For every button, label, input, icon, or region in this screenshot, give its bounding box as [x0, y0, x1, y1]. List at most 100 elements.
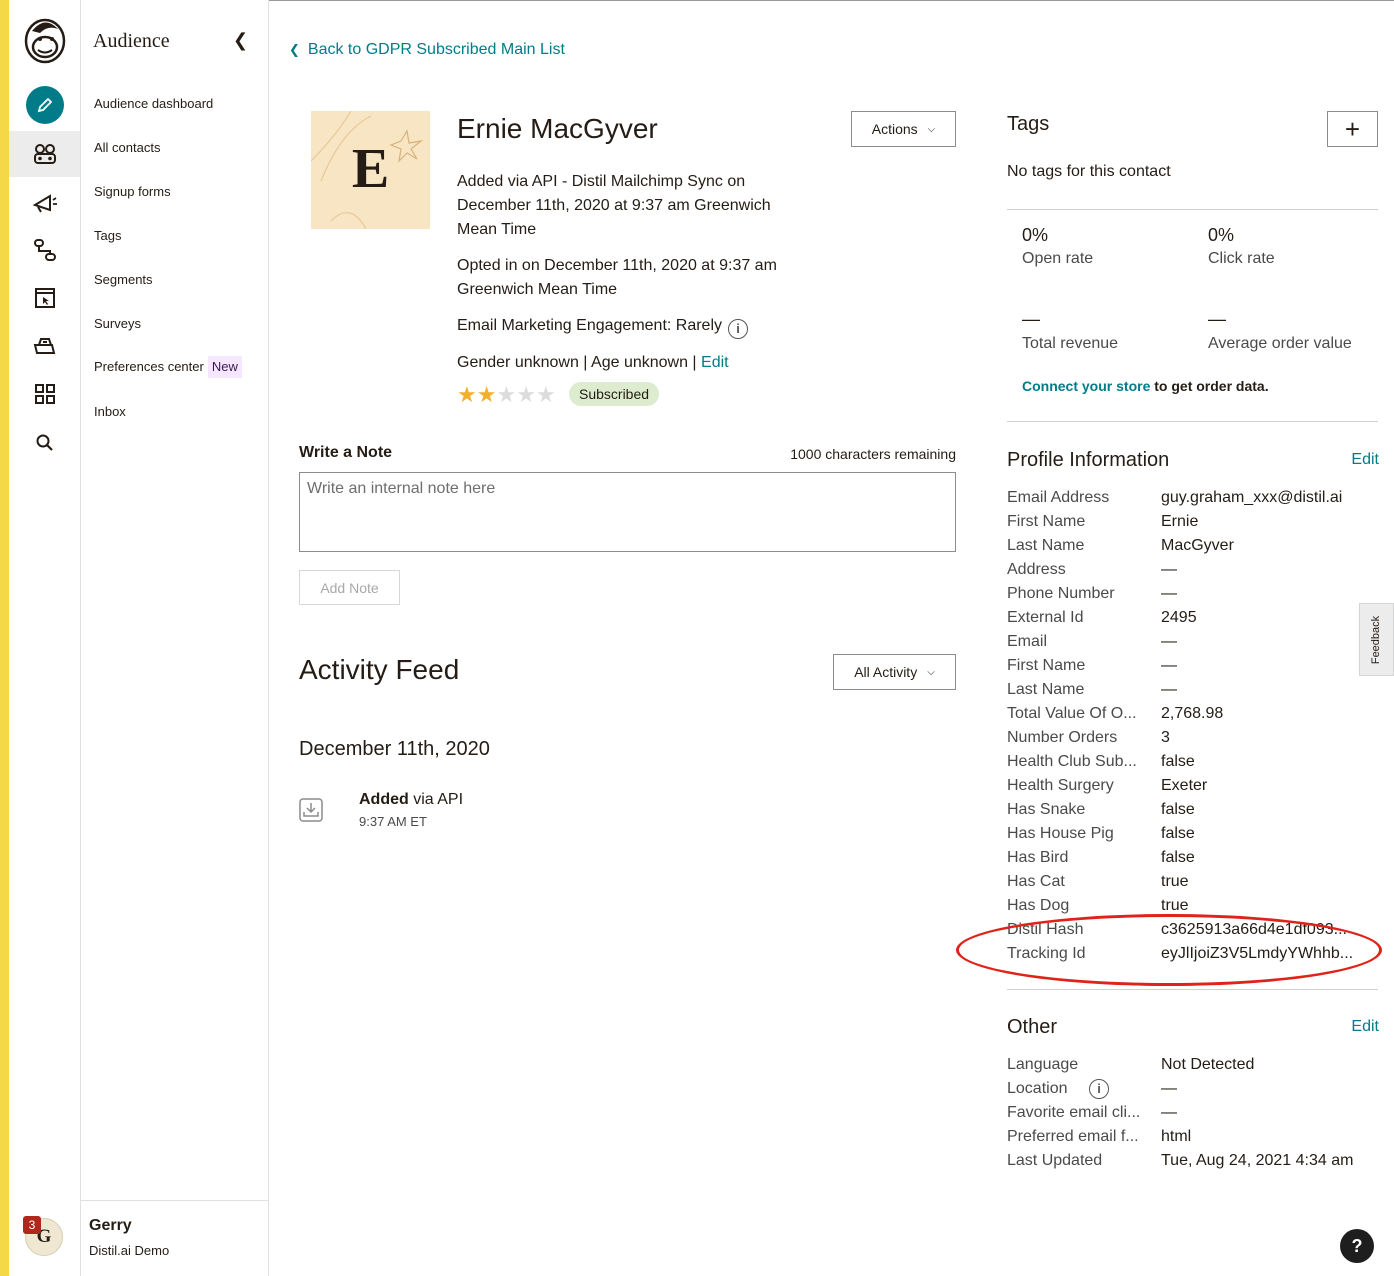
field-label: Last Name: [1007, 537, 1085, 554]
demographics-edit-link[interactable]: Edit: [701, 354, 729, 371]
star-filled-icon: ★: [476, 382, 497, 407]
field-label: Email: [1007, 633, 1048, 650]
audience-nav-button[interactable]: [9, 131, 80, 177]
profile-field-row: Number Orders 3: [1007, 726, 1379, 750]
field-value: 3: [1161, 729, 1170, 746]
avg-order-label: Average order value: [1208, 335, 1352, 352]
field-value: Exeter: [1161, 777, 1208, 794]
profile-field-row: First Name Ernie: [1007, 510, 1379, 534]
collapse-chevron-icon[interactable]: ❮: [233, 30, 248, 51]
divider: [1007, 209, 1378, 210]
profile-field-row: Last Name MacGyver: [1007, 534, 1379, 558]
field-label: Number Orders: [1007, 729, 1118, 746]
activity-filter-dropdown[interactable]: All Activity ⌵: [833, 654, 956, 690]
profile-field-row: Email Address guy.graham_xxx@distil.ai: [1007, 486, 1379, 510]
field-value: false: [1161, 801, 1195, 818]
sidenav-title: Audience: [93, 30, 170, 52]
field-value: Tue, Aug 24, 2021 4:34 am: [1161, 1152, 1354, 1169]
field-value: 2495: [1161, 609, 1197, 626]
field-value: false: [1161, 849, 1195, 866]
profile-field-row: Address —: [1007, 558, 1379, 582]
sidenav-item-all-contacts[interactable]: All contacts: [94, 138, 160, 158]
click-rate-value: 0%: [1208, 225, 1235, 245]
automations-nav-button[interactable]: [9, 227, 80, 273]
activity-event-action: Added: [359, 791, 409, 808]
field-label: Has Dog: [1007, 897, 1070, 914]
total-revenue-value: —: [1022, 309, 1040, 329]
profile-field-row: Health Club Sub... false: [1007, 750, 1379, 774]
other-field-row: Location i —: [1007, 1077, 1379, 1101]
field-value: c3625913a66d4e1df093...: [1161, 921, 1347, 938]
profile-field-row: Has Snake false: [1007, 798, 1379, 822]
field-value: —: [1161, 561, 1177, 578]
avatar-initial: E: [351, 138, 390, 200]
sidenav-item-surveys[interactable]: Surveys: [94, 314, 141, 334]
activity-feed-title: Activity Feed: [299, 654, 460, 685]
info-icon[interactable]: i: [728, 319, 749, 339]
field-value: —: [1161, 657, 1177, 674]
field-label: Language: [1007, 1056, 1079, 1073]
sidenav-item-inbox[interactable]: Inbox: [94, 402, 126, 422]
added-via-line2: December 11th, 2020 at 9:37 am Greenwich: [457, 197, 771, 214]
note-title: Write a Note: [299, 444, 393, 461]
contact-name: Ernie MacGyver: [457, 113, 658, 144]
field-label: Tracking Id: [1007, 945, 1086, 962]
add-note-button[interactable]: Add Note: [299, 570, 400, 605]
grid-icon: [34, 384, 55, 404]
website-nav-button[interactable]: [9, 275, 80, 321]
search-icon: [36, 434, 53, 451]
other-edit-link[interactable]: Edit: [1351, 1018, 1379, 1036]
campaigns-nav-button[interactable]: [9, 179, 80, 225]
field-value[interactable]: guy.graham_xxx@distil.ai: [1161, 486, 1369, 510]
back-link-label: Back to GDPR Subscribed Main List: [307, 41, 565, 58]
no-tags-text: No tags for this contact: [1007, 163, 1171, 180]
sidenav-item-preferences-center[interactable]: Preferences center New: [94, 356, 242, 378]
back-link[interactable]: ❮ Back to GDPR Subscribed Main List: [289, 41, 565, 59]
other-field-row: Favorite email cli... —: [1007, 1101, 1379, 1125]
mailchimp-logo-icon[interactable]: [9, 18, 80, 64]
engagement-text: Email Marketing Engagement: Rarely: [457, 317, 723, 334]
account-menu[interactable]: G 3: [23, 1216, 63, 1256]
field-label: Last Updated: [1007, 1152, 1103, 1169]
engagement-line: Email Marketing Engagement: Rarely i: [457, 314, 749, 339]
sidenav-item-tags[interactable]: Tags: [94, 226, 121, 246]
activity-filter-label: All Activity: [854, 664, 918, 680]
create-button[interactable]: [9, 82, 80, 128]
note-textarea[interactable]: Write an internal note here: [299, 472, 956, 552]
info-icon[interactable]: i: [1089, 1079, 1109, 1099]
field-label: Location: [1007, 1080, 1068, 1097]
profile-edit-link[interactable]: Edit: [1351, 451, 1379, 469]
profile-field-row: Health Surgery Exeter: [1007, 774, 1379, 798]
star-filled-icon: ★: [457, 382, 477, 407]
chevron-left-icon: ❮: [289, 42, 300, 57]
other-field-row: Language Not Detected: [1007, 1053, 1379, 1077]
demographics-line: Gender unknown | Age unknown | Edit: [457, 351, 729, 375]
field-label: Preferred email f...: [1007, 1128, 1139, 1145]
activity-event-detail: via API: [408, 791, 464, 808]
integrations-nav-button[interactable]: [9, 371, 80, 417]
content-nav-button[interactable]: [9, 323, 80, 369]
sidenav-item-audience-dashboard[interactable]: Audience dashboard: [94, 94, 213, 114]
megaphone-icon: [32, 194, 57, 213]
user-org: Distil.ai Demo: [89, 1243, 170, 1258]
field-label: Distil Hash: [1007, 921, 1084, 938]
field-label: Address: [1007, 561, 1066, 578]
feedback-tab[interactable]: Feedback: [1359, 603, 1394, 676]
tags-title: Tags: [1007, 113, 1050, 135]
field-value: 2,768.98: [1161, 705, 1224, 722]
search-nav-button[interactable]: [9, 420, 80, 466]
user-footer[interactable]: Gerry Distil.ai Demo: [81, 1200, 268, 1276]
connect-store-link[interactable]: Connect your store: [1022, 378, 1150, 394]
help-button[interactable]: ?: [1340, 1229, 1374, 1263]
activity-event-time: 9:37 AM ET: [359, 814, 427, 829]
field-value: MacGyver: [1161, 537, 1234, 554]
chevron-down-icon: ⌵: [927, 123, 936, 135]
pencil-icon: [25, 86, 64, 124]
actions-dropdown[interactable]: Actions ⌵: [851, 111, 956, 147]
sidenav-item-segments[interactable]: Segments: [94, 270, 153, 290]
field-label: First Name: [1007, 657, 1086, 674]
add-tag-button[interactable]: +: [1327, 111, 1378, 147]
field-value: —: [1161, 681, 1177, 698]
sidenav-item-signup-forms[interactable]: Signup forms: [94, 182, 171, 202]
opted-in-line2: Greenwich Mean Time: [457, 281, 618, 298]
